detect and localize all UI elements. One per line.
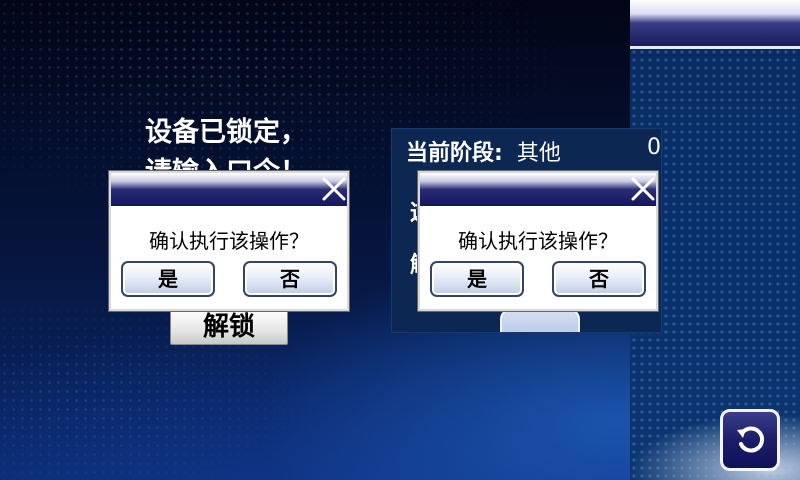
close-icon[interactable]: [630, 176, 656, 202]
stage-label: 当前阶段:: [406, 141, 503, 166]
dialog-message: 确认执行该操作？: [458, 229, 618, 253]
dialog-message: 确认执行该操作？: [149, 229, 309, 253]
yes-button[interactable]: 是: [430, 261, 524, 297]
back-button[interactable]: [720, 409, 780, 471]
dialog-title-bar: [111, 173, 347, 206]
confirm-dialog-left: 确认执行该操作？ 是 否: [109, 171, 349, 311]
back-arrow-icon: [737, 426, 765, 453]
unlock-button[interactable]: 解锁: [170, 309, 288, 345]
stage-number: 0: [647, 135, 661, 160]
no-button[interactable]: 否: [552, 261, 646, 297]
locked-message-line1: 设备已锁定，: [145, 117, 307, 148]
stage-value: 其他: [516, 141, 561, 166]
stage-row: 当前阶段: 其他: [406, 135, 561, 167]
right-title-bar: [630, 0, 800, 49]
no-button[interactable]: 否: [243, 261, 337, 297]
dialog-title-bar: [420, 173, 656, 206]
close-icon[interactable]: [321, 176, 347, 202]
yes-button[interactable]: 是: [121, 261, 215, 297]
confirm-dialog-right: 确认执行该操作？ 是 否: [418, 171, 658, 311]
panel-action-button[interactable]: [500, 309, 580, 332]
